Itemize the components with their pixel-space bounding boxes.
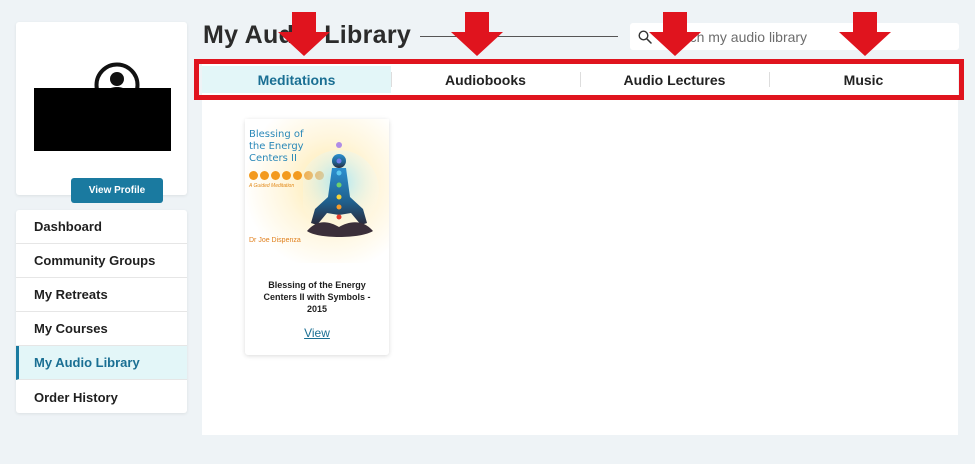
album-cover[interactable]: Blessing of the Energy Centers II A Guid…: [245, 119, 389, 263]
audio-item-title: Blessing of the Energy Centers II with S…: [263, 280, 371, 314]
sidebar-item-my-retreats[interactable]: My Retreats: [16, 278, 187, 312]
sidebar-item-dashboard[interactable]: Dashboard: [16, 210, 187, 244]
sidebar-item-order-history[interactable]: Order History: [16, 380, 187, 413]
sidebar-item-my-audio-library[interactable]: My Audio Library: [16, 346, 187, 380]
sidebar-item-community-groups[interactable]: Community Groups: [16, 244, 187, 278]
tab-audiobooks[interactable]: Audiobooks: [391, 66, 580, 93]
red-down-arrow-icon: [839, 12, 891, 56]
view-profile-button[interactable]: View Profile: [71, 178, 163, 203]
tab-meditations[interactable]: Meditations: [202, 66, 391, 93]
red-down-arrow-icon: [278, 12, 330, 56]
meditating-figure-icon: [303, 142, 379, 237]
red-down-arrow-icon: [649, 12, 701, 56]
view-link[interactable]: View: [245, 326, 389, 340]
tab-music[interactable]: Music: [769, 66, 958, 93]
cover-author: Dr Joe Dispenza: [249, 237, 301, 244]
tab-audio-lectures[interactable]: Audio Lectures: [580, 66, 769, 93]
cover-subtitle: A Guided Meditation: [249, 183, 295, 189]
title-divider: [420, 36, 618, 37]
search-input[interactable]: [660, 28, 940, 45]
redacted-name-block: [34, 88, 171, 151]
sidebar-nav: Dashboard Community Groups My Retreats M…: [16, 210, 187, 413]
library-tabs: Meditations Audiobooks Audio Lectures Mu…: [202, 66, 958, 93]
audio-item-card[interactable]: Blessing of the Energy Centers II A Guid…: [245, 119, 389, 355]
sidebar-item-my-courses[interactable]: My Courses: [16, 312, 187, 346]
red-down-arrow-icon: [451, 12, 503, 56]
